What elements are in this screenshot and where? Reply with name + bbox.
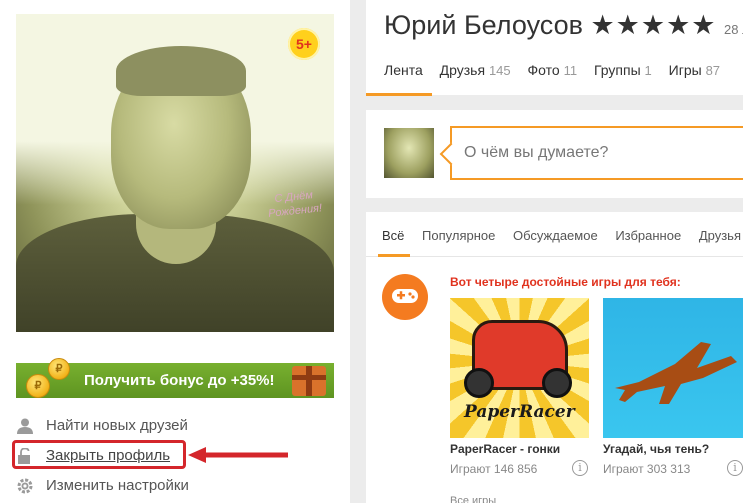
find-friends-label: Найти новых друзей bbox=[46, 417, 188, 434]
feed-active-indicator bbox=[378, 254, 410, 257]
all-games-link[interactable]: Все игры bbox=[450, 495, 496, 503]
profile-age: 28 л bbox=[724, 22, 743, 37]
left-column: С Днём Рождения! 5+ Получить бонус до +3… bbox=[0, 0, 350, 503]
feed-panel: Всё Популярное Обсуждаемое Избранное Дру… bbox=[366, 212, 743, 503]
tab-photos[interactable]: Фото 11 bbox=[528, 62, 578, 78]
settings-label: Изменить настройки bbox=[46, 477, 189, 494]
feed-tab-discussed[interactable]: Обсуждаемое bbox=[513, 228, 598, 243]
arrow-annotation-icon bbox=[188, 447, 288, 463]
info-icon[interactable]: i bbox=[572, 460, 588, 476]
feed-tab-popular[interactable]: Популярное bbox=[422, 228, 495, 243]
plane-icon bbox=[615, 342, 737, 404]
info-icon[interactable]: i bbox=[727, 460, 743, 476]
profile-photo[interactable]: С Днём Рождения! bbox=[16, 14, 334, 332]
coin-icon: ₽ bbox=[48, 358, 70, 380]
tab-friends[interactable]: Друзья 145 bbox=[440, 62, 511, 78]
birthday-card: С Днём Рождения! bbox=[267, 189, 323, 220]
gear-icon bbox=[17, 478, 33, 494]
find-friends-link[interactable]: Найти новых друзей bbox=[16, 415, 188, 437]
stars-rating: ★★★★★ bbox=[590, 10, 717, 40]
wheel bbox=[464, 368, 494, 398]
promo-title: Вот четыре достойные игры для тебя: bbox=[450, 275, 681, 289]
tab-games[interactable]: Игры 87 bbox=[669, 62, 720, 78]
post-input[interactable]: О чём вы думаете? bbox=[450, 126, 743, 180]
game-title[interactable]: PaperRacer - гонки bbox=[450, 442, 560, 456]
divider bbox=[366, 256, 743, 257]
gamepad-icon bbox=[382, 274, 428, 320]
profile-header: Юрий Белоусов ★★★★★ 28 л Лента Друзья 14… bbox=[366, 0, 743, 97]
age-badge: 5+ bbox=[288, 28, 320, 60]
profile-tabs: Лента Друзья 145 Фото 11 Группы 1 Игры 8… bbox=[384, 62, 733, 78]
feed-tab-favorites[interactable]: Избранное bbox=[615, 228, 681, 243]
tab-feed[interactable]: Лента bbox=[384, 62, 423, 78]
coin-icon: ₽ bbox=[26, 374, 50, 398]
game-title[interactable]: Угадай, чья тень? bbox=[603, 442, 709, 456]
active-tab-indicator bbox=[366, 93, 432, 96]
profile-name[interactable]: Юрий Белоусов bbox=[384, 10, 583, 40]
person-icon bbox=[17, 418, 33, 434]
post-composer: О чём вы думаете? bbox=[366, 110, 743, 198]
tab-groups[interactable]: Группы 1 bbox=[594, 62, 652, 78]
game-logo: PaperRacer bbox=[464, 402, 575, 422]
game-players: Играют 146 856 bbox=[450, 462, 538, 476]
feed-tabs: Всё Популярное Обсуждаемое Избранное Дру… bbox=[382, 228, 743, 243]
wheel bbox=[542, 368, 572, 398]
settings-link[interactable]: Изменить настройки bbox=[16, 475, 189, 497]
photo-hair bbox=[116, 46, 246, 96]
profile-name-row: Юрий Белоусов ★★★★★ 28 л bbox=[384, 10, 743, 41]
game-thumbnail[interactable]: PaperRacer bbox=[450, 298, 589, 438]
gift-icon bbox=[292, 366, 326, 396]
game-thumbnail[interactable] bbox=[603, 298, 743, 438]
avatar bbox=[384, 128, 434, 178]
feed-tab-friends[interactable]: Друзья bbox=[699, 228, 741, 243]
feed-tab-all[interactable]: Всё bbox=[382, 228, 404, 243]
highlight-box bbox=[12, 440, 186, 469]
game-players: Играют 303 313 bbox=[603, 462, 691, 476]
